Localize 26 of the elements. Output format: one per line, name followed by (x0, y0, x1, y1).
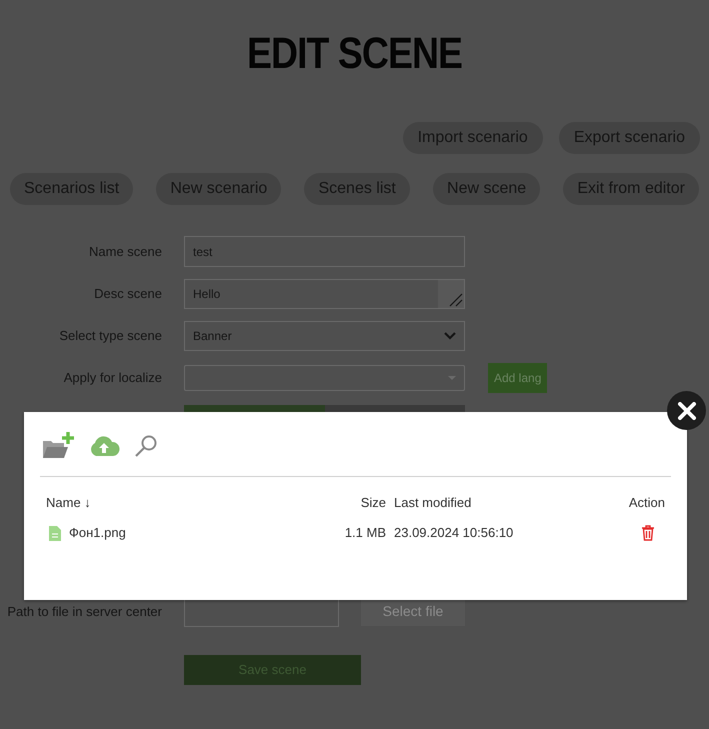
page-title: EDIT SCENE (246, 28, 462, 80)
resize-handle-icon[interactable] (438, 280, 464, 308)
field-label: Apply for localize (64, 370, 162, 385)
search-icon[interactable] (134, 434, 158, 458)
column-header[interactable]: Name ↓ (46, 493, 286, 513)
field-label: Desc scene (94, 286, 162, 301)
field-label: Name scene (89, 244, 162, 258)
close-icon (678, 402, 696, 420)
close-button[interactable] (667, 391, 706, 430)
select-field[interactable]: Banner (184, 321, 465, 351)
column-header[interactable]: Size (286, 493, 386, 513)
column-header[interactable]: Action (628, 493, 665, 513)
trash-icon[interactable] (641, 525, 655, 541)
add-lang-button[interactable]: Add lang (488, 363, 548, 393)
file-name[interactable]: Фон1.png (69, 523, 126, 543)
column-header[interactable]: Last modified (394, 493, 544, 513)
file-icon (49, 526, 61, 540)
chevron-down-icon (444, 332, 456, 340)
upload-cloud-icon[interactable] (88, 435, 120, 457)
file-size: 1.1 MB (344, 524, 386, 542)
text-area[interactable]: Hello (184, 279, 465, 309)
new-folder-icon[interactable] (42, 432, 74, 460)
text-field[interactable]: test (184, 236, 465, 267)
field-label: Select type scene (59, 328, 162, 343)
field-label: Path to file in server center (7, 604, 162, 619)
file-date: 23.09.2024 10:56:10 (394, 524, 514, 542)
